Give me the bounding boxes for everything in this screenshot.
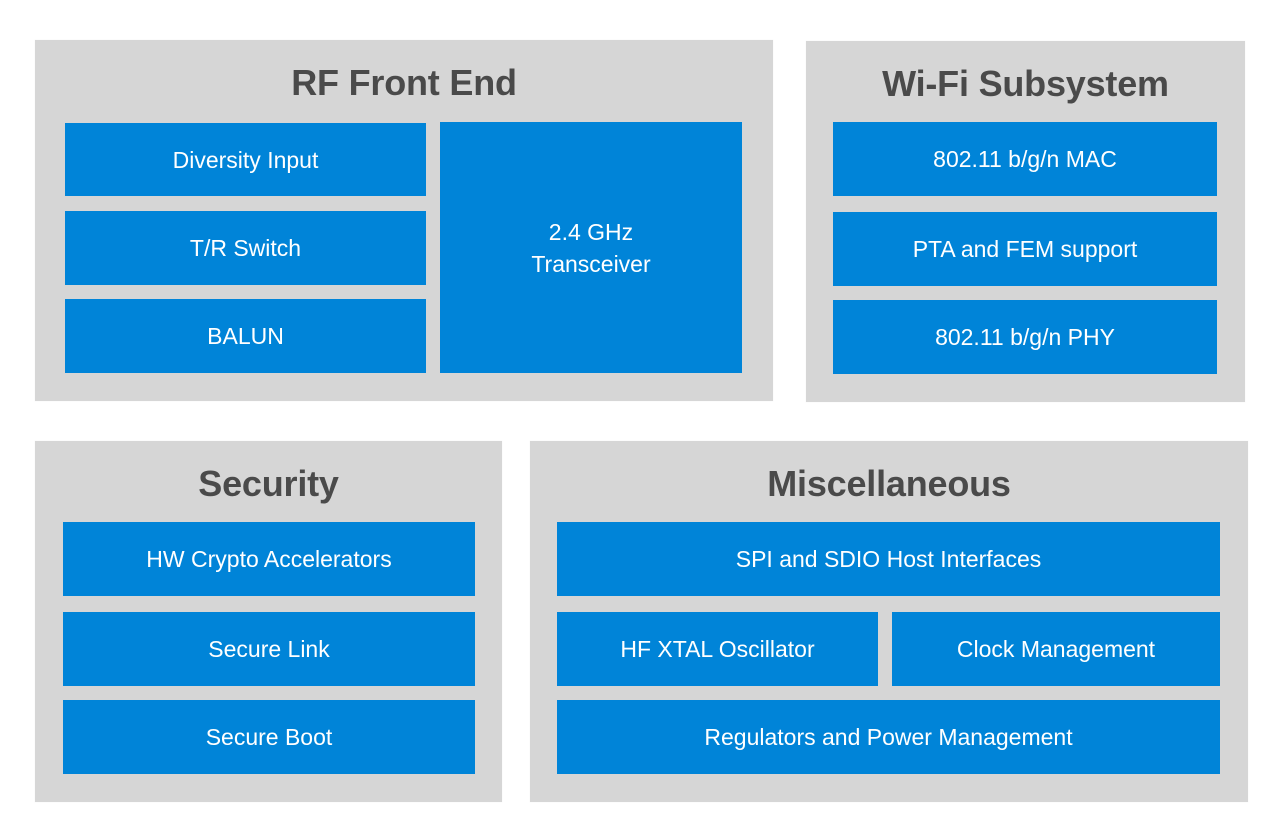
- host-interfaces-label: SPI and SDIO Host Interfaces: [735, 546, 1042, 572]
- security-title: Security: [198, 463, 339, 504]
- diversity-input-block: Diversity Input: [65, 123, 426, 196]
- balun-block: BALUN: [65, 299, 426, 373]
- secure-link-block: Secure Link: [63, 612, 475, 686]
- host-interfaces-block: SPI and SDIO Host Interfaces: [557, 522, 1220, 596]
- mac-block: 802.11 b/g/n MAC: [833, 122, 1217, 196]
- secure-boot-label: Secure Boot: [205, 724, 333, 750]
- regulators-power-label: Regulators and Power Management: [704, 724, 1073, 750]
- crypto-accelerators-label: HW Crypto Accelerators: [146, 546, 392, 572]
- transceiver-label-line1: 2.4 GHz: [548, 218, 634, 245]
- wifi-subsystem-panel: Wi-Fi Subsystem 802.11 b/g/n MAC PTA and…: [806, 41, 1245, 402]
- phy-block: 802.11 b/g/n PHY: [833, 300, 1217, 374]
- phy-label: 802.11 b/g/n PHY: [935, 324, 1115, 350]
- rf-front-end-title: RF Front End: [291, 62, 517, 103]
- secure-boot-block: Secure Boot: [63, 700, 475, 774]
- transceiver-block: 2.4 GHz Transceiver: [440, 122, 742, 373]
- clock-management-label: Clock Management: [956, 636, 1156, 662]
- regulators-power-block: Regulators and Power Management: [557, 700, 1220, 774]
- balun-label: BALUN: [207, 323, 284, 349]
- tr-switch-block: T/R Switch: [65, 211, 426, 285]
- hf-xtal-oscillator-label: HF XTAL Oscillator: [620, 636, 815, 662]
- wifi-subsystem-title: Wi-Fi Subsystem: [882, 63, 1169, 104]
- pta-fem-block: PTA and FEM support: [833, 212, 1217, 286]
- diversity-input-label: Diversity Input: [172, 146, 319, 173]
- tr-switch-label: T/R Switch: [189, 235, 302, 261]
- miscellaneous-panel: Miscellaneous SPI and SDIO Host Interfac…: [530, 441, 1248, 802]
- hf-xtal-oscillator-block: HF XTAL Oscillator: [557, 612, 878, 686]
- secure-link-label: Secure Link: [208, 636, 330, 662]
- pta-fem-label: PTA and FEM support: [912, 236, 1138, 262]
- rf-front-end-panel: RF Front End Diversity Input T/R Switch …: [35, 40, 773, 401]
- security-panel: Security HW Crypto Accelerators Secure L…: [35, 441, 502, 802]
- clock-management-block: Clock Management: [892, 612, 1220, 686]
- mac-label: 802.11 b/g/n MAC: [933, 146, 1117, 172]
- crypto-accelerators-block: HW Crypto Accelerators: [63, 522, 475, 596]
- transceiver-label: 2.4 GHz Transceiver: [531, 216, 650, 280]
- transceiver-label-line2: Transceiver: [531, 250, 651, 277]
- miscellaneous-title: Miscellaneous: [767, 463, 1011, 504]
